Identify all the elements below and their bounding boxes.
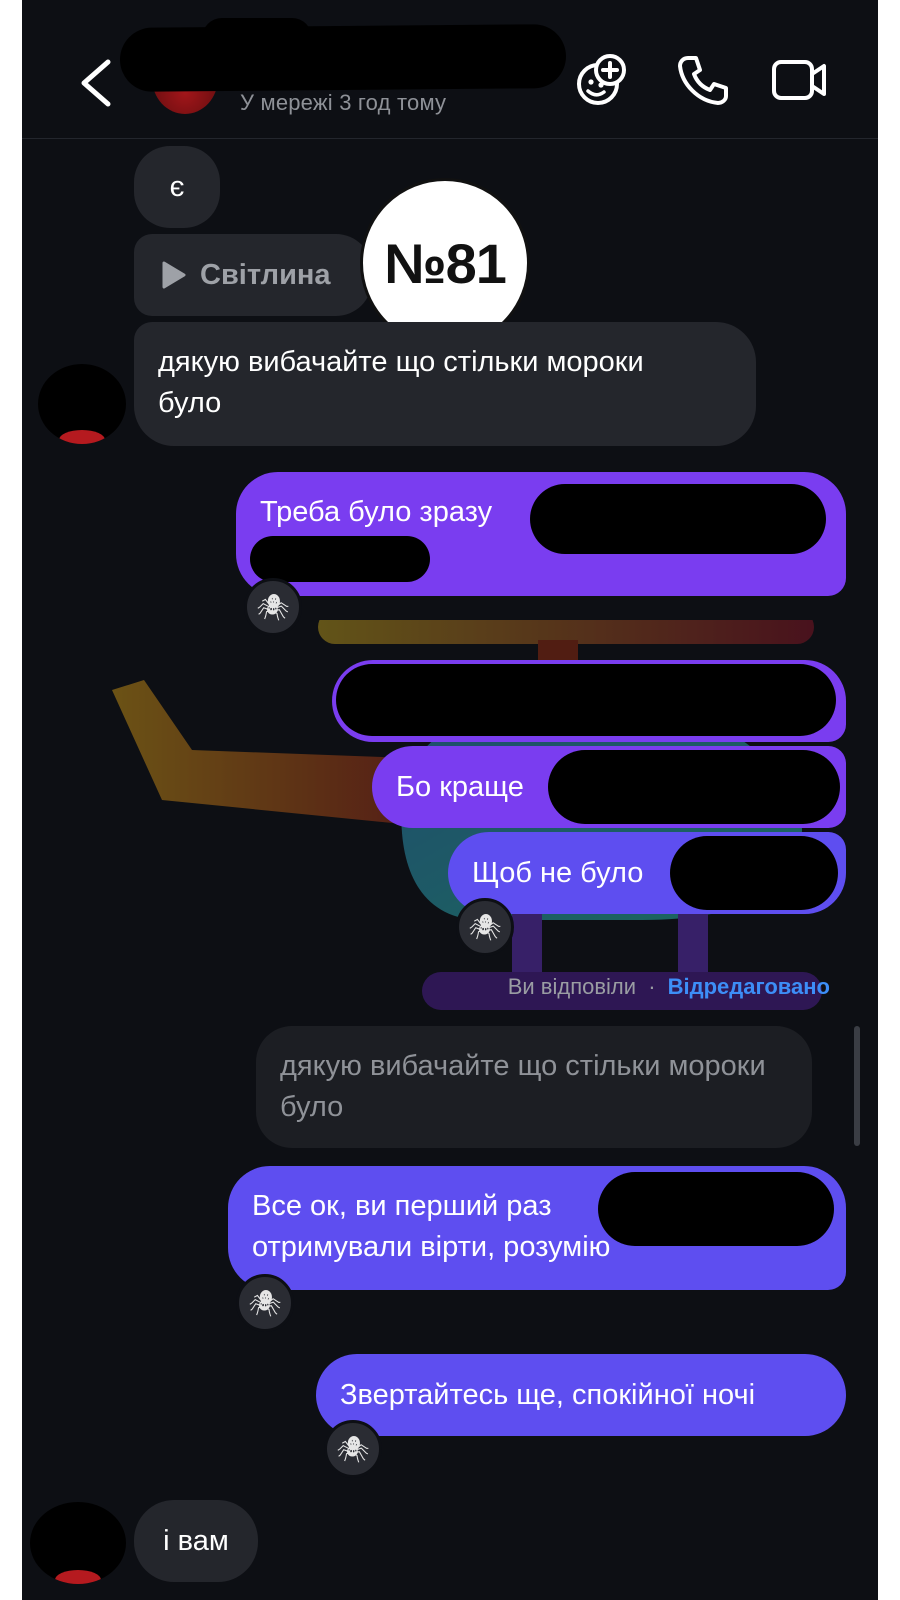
online-status: У мережі 3 год тому xyxy=(240,90,447,115)
outgoing-message[interactable]: Звертайтесь ще, спокійної ночі xyxy=(316,1354,846,1436)
quoted-message[interactable]: дякую вибачайте що стільки мороки було xyxy=(256,1026,812,1148)
quote-indicator xyxy=(854,1026,860,1146)
redacted-contact-name xyxy=(119,24,567,92)
call-button[interactable] xyxy=(674,52,730,108)
message-text: Бо краще xyxy=(396,770,524,803)
chat-header: У мережі 3 год тому xyxy=(22,0,878,139)
spider-reaction[interactable]: 🕷 xyxy=(456,898,514,956)
incoming-message[interactable]: дякую вибачайте що стільки мороки було xyxy=(134,322,756,446)
message-text: Звертайтесь ще, спокійної ночі xyxy=(340,1378,756,1411)
photo-label: Світлина xyxy=(200,258,331,291)
phone-icon xyxy=(678,56,728,105)
sender-avatar[interactable] xyxy=(30,1502,126,1584)
message-text: і вам xyxy=(163,1524,229,1557)
quote-text: дякую вибачайте що стільки мороки xyxy=(280,1050,766,1082)
video-call-button[interactable] xyxy=(770,52,830,108)
video-camera-icon xyxy=(772,60,826,100)
redacted-text xyxy=(670,836,838,910)
redacted-text xyxy=(250,536,430,582)
quote-text: було xyxy=(280,1091,344,1123)
message-text: дякую вибачайте що стільки мороки xyxy=(158,346,644,378)
redacted-text xyxy=(598,1172,834,1246)
separator-dot: · xyxy=(648,974,656,999)
play-icon xyxy=(162,261,186,289)
redacted-contact-name xyxy=(202,18,312,58)
message-text: Щоб не було xyxy=(472,856,644,889)
incoming-message[interactable]: є xyxy=(134,146,220,228)
reply-label: Ви відповіли xyxy=(507,974,637,999)
spider-reaction[interactable]: 🕷 xyxy=(244,578,302,636)
spider-reaction[interactable]: 🕷 xyxy=(324,1420,382,1478)
back-button[interactable] xyxy=(70,48,126,118)
reply-status: Ви відповіли · Відредаговано xyxy=(508,974,830,1000)
message-text: було xyxy=(158,387,222,419)
face-plus-icon xyxy=(577,54,626,105)
sender-avatar[interactable] xyxy=(38,364,126,444)
incoming-message[interactable]: і вам xyxy=(134,1500,258,1582)
redacted-text xyxy=(530,484,826,554)
redacted-text xyxy=(548,750,840,824)
chat-screen: У мережі 3 год тому є Світлина №81 дякую… xyxy=(22,0,878,1600)
edited-link[interactable]: Відредаговано xyxy=(668,974,830,999)
message-text: є xyxy=(169,170,185,203)
photo-message[interactable]: Світлина xyxy=(134,234,372,316)
chevron-left-icon xyxy=(81,59,111,107)
redacted-text xyxy=(336,664,836,736)
effects-button[interactable] xyxy=(574,52,630,108)
spider-reaction[interactable]: 🕷 xyxy=(236,1274,294,1332)
